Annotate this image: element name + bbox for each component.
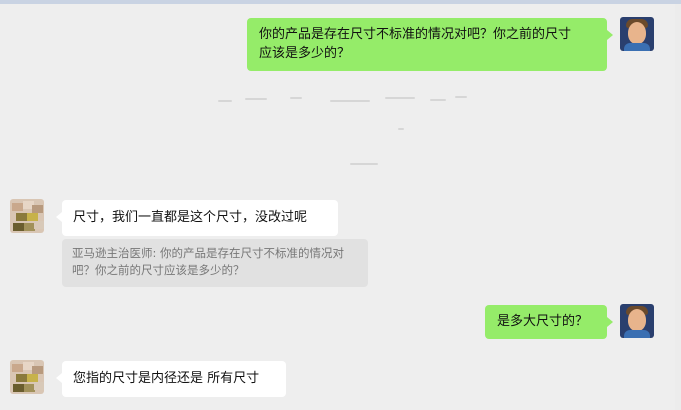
message-text-line: 应该是多少的？ (259, 46, 351, 61)
scrollbar-track[interactable] (675, 4, 681, 410)
received-message-bubble[interactable]: 您指的尺寸是内径还是 所有尺寸 (56, 361, 286, 397)
contact-avatar-icon[interactable] (10, 199, 44, 233)
window-top-border (0, 0, 681, 4)
user-avatar-icon[interactable] (620, 304, 654, 338)
received-message-bubble[interactable]: 尺寸，我们一直都是这个尺寸，没改过呢 (56, 200, 338, 236)
message-text: 尺寸，我们一直都是这个尺寸，没改过呢 (73, 210, 308, 225)
message-text: 您指的尺寸是内径还是 所有尺寸 (73, 371, 260, 386)
sent-message-bubble[interactable]: 是多大尺寸的？ (485, 305, 613, 339)
quoted-message[interactable]: 亚马逊主治医师: 你的产品是存在尺寸不标准的情况对 吧？你之前的尺寸应该是多少的… (62, 239, 368, 287)
quote-text-line: 亚马逊主治医师: 你的产品是存在尺寸不标准的情况对 (72, 246, 345, 260)
message-text: 是多大尺寸的？ (497, 314, 589, 329)
quote-text-line: 吧？你之前的尺寸应该是多少的？ (72, 263, 245, 277)
message-text-line: 你的产品是存在尺寸不标准的情况对吧？你之前的尺寸 (259, 27, 572, 42)
contact-avatar-icon[interactable] (10, 360, 44, 394)
sent-message-bubble[interactable]: 你的产品是存在尺寸不标准的情况对吧？你之前的尺寸 应该是多少的？ (247, 18, 613, 71)
user-avatar-icon[interactable] (620, 17, 654, 51)
